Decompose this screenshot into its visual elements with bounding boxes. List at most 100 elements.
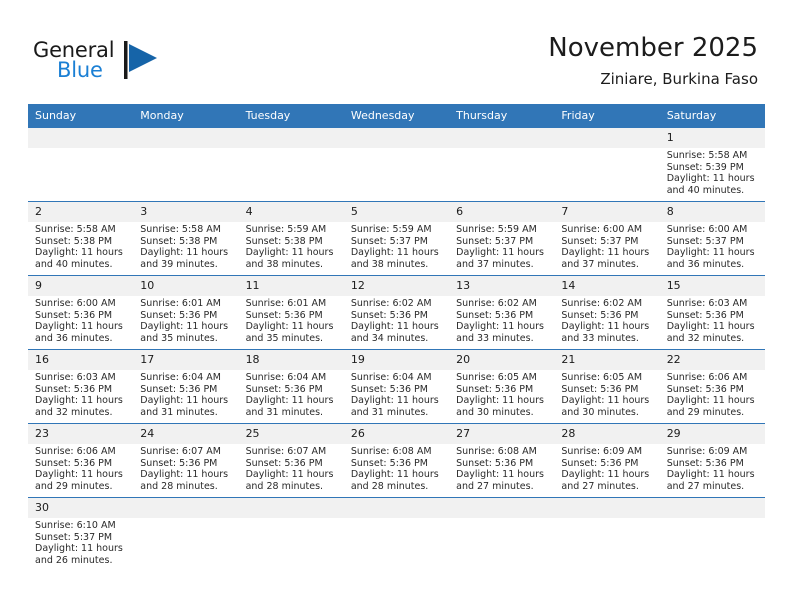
- day-number: 6: [449, 202, 555, 222]
- daylight-text: Daylight: 11 hours and 28 minutes.: [350, 469, 439, 492]
- daylight-text: Daylight: 11 hours and 26 minutes.: [35, 543, 123, 566]
- day-details: Sunrise: 5:58 AM Sunset: 5:39 PM Daylight:…: [660, 148, 765, 196]
- sunrise-text: Sunrise: 6:04 AM: [245, 372, 327, 383]
- day-box: [133, 128, 239, 201]
- daylight-text: Daylight: 11 hours and 33 minutes.: [456, 321, 544, 344]
- day-box: 8 Sunrise: 6:00 AM Sunset: 5:37 PM Daylight…: [659, 202, 765, 275]
- calendar-day-cell[interactable]: 20 Sunrise: 6:05 AM Sunset: 5:36 PM Dayligh…: [449, 349, 555, 424]
- day-number: 1: [659, 128, 765, 148]
- sunrise-text: Sunrise: 6:03 AM: [35, 372, 116, 383]
- sunset-text: Sunset: 5:36 PM: [35, 457, 113, 469]
- day-number: 18: [238, 350, 344, 370]
- day-number: 14: [554, 276, 660, 296]
- calendar-day-cell[interactable]: 24 Sunrise: 6:07 AM Sunset: 5:36 PM Dayligh…: [133, 423, 239, 498]
- page-title: November 2025: [548, 33, 758, 63]
- day-number: 28: [554, 424, 660, 444]
- day-box: 17 Sunrise: 6:04 AM Sunset: 5:36 PM Dayligh…: [133, 350, 239, 423]
- title-block: November 2025 Ziniare, Burkina Faso: [548, 32, 758, 89]
- day-box: 6 Sunrise: 5:59 AM Sunset: 5:37 PM Daylight…: [449, 202, 555, 275]
- calendar-day-cell[interactable]: 19 Sunrise: 6:04 AM Sunset: 5:36 PM Dayligh…: [343, 349, 450, 424]
- sunrise-text: Sunrise: 6:09 AM: [666, 446, 748, 457]
- calendar-day-cell[interactable]: 10 Sunrise: 6:01 AM Sunset: 5:36 PM Dayligh…: [133, 275, 239, 350]
- day-number: 19: [343, 350, 450, 370]
- calendar-day-cell[interactable]: 6 Sunrise: 5:59 AM Sunset: 5:37 PM Daylight…: [449, 201, 555, 276]
- day-details: Sunrise: 6:00 AM Sunset: 5:37 PM Daylight:…: [554, 222, 659, 270]
- day-details: Sunrise: 5:58 AM Sunset: 5:38 PM Daylight:…: [28, 222, 133, 270]
- day-details: Sunrise: 6:00 AM Sunset: 5:36 PM Daylight:…: [28, 296, 133, 344]
- daylight-text: Daylight: 11 hours and 36 minutes.: [666, 247, 755, 270]
- day-details: Sunrise: 6:05 AM Sunset: 5:36 PM Daylight:…: [554, 370, 659, 418]
- sunset-text: Sunset: 5:36 PM: [245, 309, 323, 321]
- daylight-text: Daylight: 11 hours and 34 minutes.: [350, 321, 439, 344]
- daylight-text: Daylight: 11 hours and 29 minutes.: [666, 395, 755, 418]
- weekday-header-friday: Friday: [554, 104, 660, 128]
- calendar-day-cell[interactable]: 25 Sunrise: 6:07 AM Sunset: 5:36 PM Dayligh…: [238, 423, 344, 498]
- sunrise-text: Sunrise: 6:06 AM: [35, 446, 116, 457]
- calendar-day-cell[interactable]: 14 Sunrise: 6:02 AM Sunset: 5:36 PM Dayligh…: [554, 275, 660, 350]
- sunrise-text: Sunrise: 5:58 AM: [35, 224, 116, 235]
- calendar-cell-empty: [343, 497, 450, 571]
- calendar-day-cell[interactable]: 26 Sunrise: 6:08 AM Sunset: 5:36 PM Dayligh…: [343, 423, 450, 498]
- calendar-day-cell[interactable]: 2 Sunrise: 5:58 AM Sunset: 5:38 PM Daylight…: [28, 201, 134, 276]
- day-box: 4 Sunrise: 5:59 AM Sunset: 5:38 PM Daylight…: [238, 202, 344, 275]
- calendar-day-cell[interactable]: 27 Sunrise: 6:08 AM Sunset: 5:36 PM Dayligh…: [449, 423, 555, 498]
- day-box: 21 Sunrise: 6:05 AM Sunset: 5:36 PM Dayligh…: [554, 350, 660, 423]
- day-details: Sunrise: 6:03 AM Sunset: 5:36 PM Daylight:…: [660, 296, 765, 344]
- day-number: 2: [28, 202, 134, 222]
- calendar-cell-empty: [449, 128, 555, 202]
- calendar-day-cell[interactable]: 22 Sunrise: 6:06 AM Sunset: 5:36 PM Dayligh…: [659, 349, 765, 424]
- day-box: [554, 498, 660, 571]
- calendar-day-cell[interactable]: 5 Sunrise: 5:59 AM Sunset: 5:37 PM Daylight…: [343, 201, 450, 276]
- calendar-week-row: 30 Sunrise: 6:10 AM Sunset: 5:37 PM Dayligh…: [28, 497, 765, 571]
- calendar-day-cell[interactable]: 21 Sunrise: 6:05 AM Sunset: 5:36 PM Dayligh…: [554, 349, 660, 424]
- daylight-text: Daylight: 11 hours and 35 minutes.: [140, 321, 229, 344]
- calendar-day-cell[interactable]: 15 Sunrise: 6:03 AM Sunset: 5:36 PM Dayligh…: [659, 275, 765, 350]
- sunrise-text: Sunrise: 6:02 AM: [561, 298, 643, 309]
- day-box: 7 Sunrise: 6:00 AM Sunset: 5:37 PM Daylight…: [554, 202, 660, 275]
- calendar-day-cell[interactable]: 30 Sunrise: 6:10 AM Sunset: 5:37 PM Dayligh…: [28, 497, 134, 571]
- sunset-text: Sunset: 5:36 PM: [561, 383, 639, 395]
- day-box: 16 Sunrise: 6:03 AM Sunset: 5:36 PM Dayligh…: [28, 350, 134, 423]
- calendar-day-cell[interactable]: 18 Sunrise: 6:04 AM Sunset: 5:36 PM Dayligh…: [238, 349, 344, 424]
- calendar-day-cell[interactable]: 29 Sunrise: 6:09 AM Sunset: 5:36 PM Dayligh…: [659, 423, 765, 498]
- calendar-day-cell[interactable]: 17 Sunrise: 6:04 AM Sunset: 5:36 PM Dayligh…: [133, 349, 239, 424]
- calendar-header-row: Sunday Monday Tuesday Wednesday Thursday…: [28, 104, 765, 128]
- calendar-cell-empty: [659, 497, 765, 571]
- sunset-text: Sunset: 5:36 PM: [350, 383, 428, 395]
- brand-logo[interactable]: General Blue: [33, 38, 223, 88]
- page-header: General Blue November 2025 Ziniare, Burk…: [0, 0, 792, 104]
- day-number: [238, 128, 344, 148]
- calendar-day-cell[interactable]: 11 Sunrise: 6:01 AM Sunset: 5:36 PM Dayligh…: [238, 275, 344, 350]
- daylight-text: Daylight: 11 hours and 38 minutes.: [350, 247, 439, 270]
- daylight-text: Daylight: 11 hours and 28 minutes.: [140, 469, 229, 492]
- day-details: Sunrise: 6:06 AM Sunset: 5:36 PM Daylight:…: [660, 370, 765, 418]
- day-details: Sunrise: 6:02 AM Sunset: 5:36 PM Daylight:…: [449, 296, 554, 344]
- sunset-text: Sunset: 5:36 PM: [666, 383, 744, 395]
- sunrise-sunset-calendar: Sunday Monday Tuesday Wednesday Thursday…: [28, 104, 765, 571]
- calendar-day-cell[interactable]: 7 Sunrise: 6:00 AM Sunset: 5:37 PM Daylight…: [554, 201, 660, 276]
- daylight-text: Daylight: 11 hours and 35 minutes.: [245, 321, 334, 344]
- calendar-day-cell[interactable]: 16 Sunrise: 6:03 AM Sunset: 5:36 PM Dayligh…: [28, 349, 134, 424]
- calendar-day-cell[interactable]: 12 Sunrise: 6:02 AM Sunset: 5:36 PM Dayligh…: [343, 275, 450, 350]
- sunrise-text: Sunrise: 6:09 AM: [561, 446, 643, 457]
- calendar-day-cell[interactable]: 13 Sunrise: 6:02 AM Sunset: 5:36 PM Dayligh…: [449, 275, 555, 350]
- calendar-day-cell[interactable]: 3 Sunrise: 5:58 AM Sunset: 5:38 PM Daylight…: [133, 201, 239, 276]
- sunset-text: Sunset: 5:36 PM: [245, 457, 323, 469]
- calendar-day-cell[interactable]: 1 Sunrise: 5:58 AM Sunset: 5:39 PM Daylight…: [659, 128, 765, 202]
- day-box: [343, 128, 450, 201]
- calendar-day-cell[interactable]: 8 Sunrise: 6:00 AM Sunset: 5:37 PM Daylight…: [659, 201, 765, 276]
- day-number: 17: [133, 350, 239, 370]
- sunrise-text: Sunrise: 5:58 AM: [666, 150, 748, 161]
- calendar-day-cell[interactable]: 9 Sunrise: 6:00 AM Sunset: 5:36 PM Daylight…: [28, 275, 134, 350]
- day-box: 12 Sunrise: 6:02 AM Sunset: 5:36 PM Dayligh…: [343, 276, 450, 349]
- sunrise-text: Sunrise: 6:02 AM: [350, 298, 432, 309]
- sunset-text: Sunset: 5:36 PM: [140, 383, 218, 395]
- calendar-day-cell[interactable]: 4 Sunrise: 5:59 AM Sunset: 5:38 PM Daylight…: [238, 201, 344, 276]
- sunrise-text: Sunrise: 6:06 AM: [666, 372, 748, 383]
- sunset-text: Sunset: 5:36 PM: [35, 309, 113, 321]
- calendar-day-cell[interactable]: 23 Sunrise: 6:06 AM Sunset: 5:36 PM Dayligh…: [28, 423, 134, 498]
- day-number: 25: [238, 424, 344, 444]
- calendar-day-cell[interactable]: 28 Sunrise: 6:09 AM Sunset: 5:36 PM Dayligh…: [554, 423, 660, 498]
- day-box: 25 Sunrise: 6:07 AM Sunset: 5:36 PM Dayligh…: [238, 424, 344, 497]
- day-box: 22 Sunrise: 6:06 AM Sunset: 5:36 PM Dayligh…: [659, 350, 765, 423]
